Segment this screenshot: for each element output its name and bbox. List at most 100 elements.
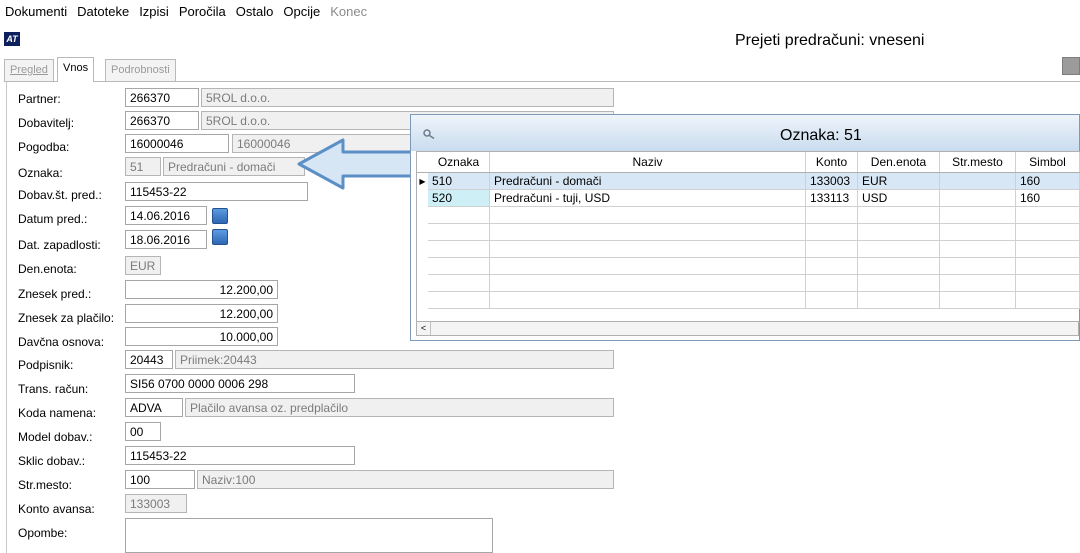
row-pointer-icon: ▶ — [419, 177, 426, 186]
str-mesto-name-field: Naziv:100 — [197, 470, 614, 489]
empty-cell — [490, 275, 806, 292]
empty-row — [417, 207, 1080, 224]
cell-oznaka[interactable]: 520 — [428, 190, 490, 207]
dobav-st-pred-input[interactable]: 115453-22 — [125, 182, 308, 201]
empty-cell — [940, 258, 1016, 275]
empty-row — [417, 241, 1080, 258]
partner-code-input[interactable]: 266370 — [125, 88, 199, 107]
str-mesto-code-input[interactable]: 100 — [125, 470, 195, 489]
tab-podrobnosti[interactable]: Podrobnosti — [105, 59, 176, 81]
dat-zapadlosti-input[interactable]: 18.06.2016 — [125, 230, 207, 249]
trans-racun-input[interactable]: SI56 0700 0000 0006 298 — [125, 374, 355, 393]
empty-cell — [428, 207, 490, 224]
label-konto-avansa: Konto avansa: — [18, 502, 95, 516]
cell-den-enota[interactable]: EUR — [858, 173, 940, 190]
col-str-mesto[interactable]: Str.mesto — [940, 152, 1016, 172]
menu-dokumenti[interactable]: Dokumenti — [0, 4, 72, 19]
label-dobavitelj: Dobavitelj: — [18, 116, 75, 130]
empty-row — [417, 292, 1080, 309]
empty-cell — [940, 275, 1016, 292]
empty-cell — [940, 207, 1016, 224]
tab-vnos[interactable]: Vnos — [57, 57, 95, 82]
cell-naziv[interactable]: Predračuni - domači — [490, 173, 806, 190]
cell-str-mesto[interactable] — [940, 173, 1016, 190]
label-dat-zapadlosti: Dat. zapadlosti: — [18, 238, 101, 252]
sklic-dobav-input[interactable]: 115453-22 — [125, 446, 355, 465]
empty-cell — [858, 241, 940, 258]
table-row[interactable]: 520 Predračuni - tuji, USD 133113 USD 16… — [417, 190, 1080, 207]
cell-simbol[interactable]: 160 — [1016, 190, 1080, 207]
tab-strip: Pregled Vnos Podrobnosti — [4, 57, 1080, 82]
empty-cell — [940, 292, 1016, 309]
empty-cell — [806, 241, 858, 258]
empty-cell — [806, 275, 858, 292]
col-den-enota[interactable]: Den.enota — [858, 152, 940, 172]
cell-konto[interactable]: 133113 — [806, 190, 858, 207]
dobavitelj-code-input[interactable]: 266370 — [125, 111, 199, 130]
label-den-enota: Den.enota: — [18, 262, 77, 276]
empty-cell — [940, 241, 1016, 258]
empty-cell — [858, 258, 940, 275]
horizontal-scrollbar[interactable]: < — [416, 321, 1079, 336]
den-enota-field[interactable]: EUR — [125, 256, 161, 275]
oznaka-name-field: Predračuni - domači — [163, 157, 305, 176]
empty-cell — [858, 275, 940, 292]
koda-namena-name-field: Plačilo avansa oz. predplačilo — [185, 398, 614, 417]
menu-bar: Dokumenti Datoteke Izpisi Poročila Ostal… — [0, 0, 1080, 22]
tab-pregled[interactable]: Pregled — [4, 59, 54, 81]
model-dobav-input[interactable]: 00 — [125, 422, 161, 441]
table-row[interactable]: ▶ 510 Predračuni - domači 133003 EUR 160 — [417, 173, 1080, 190]
lookup-grid: Oznaka Naziv Konto Den.enota Str.mesto S… — [416, 151, 1080, 323]
podpisnik-code-input[interactable]: 20443 — [125, 350, 173, 369]
menu-datoteke[interactable]: Datoteke — [72, 4, 134, 19]
oznaka-code-input[interactable]: 51 — [125, 157, 161, 176]
tab-pregled-label: Pregled — [10, 64, 48, 76]
cell-den-enota[interactable]: USD — [858, 190, 940, 207]
empty-cell — [490, 207, 806, 224]
label-str-mesto: Str.mesto: — [18, 478, 73, 492]
label-podpisnik: Podpisnik: — [18, 358, 74, 372]
col-konto[interactable]: Konto — [806, 152, 858, 172]
cell-simbol[interactable]: 160 — [1016, 173, 1080, 190]
cell-str-mesto[interactable] — [940, 190, 1016, 207]
cell-naziv[interactable]: Predračuni - tuji, USD — [490, 190, 806, 207]
label-pogodba: Pogodba: — [18, 140, 70, 154]
opombe-textarea[interactable] — [125, 518, 493, 553]
window-title: Prejeti predračuni: vneseni — [735, 32, 925, 49]
empty-cell — [1016, 275, 1080, 292]
cell-oznaka[interactable]: 510 — [428, 173, 490, 190]
empty-cell — [428, 258, 490, 275]
window-corner-icon[interactable] — [1062, 57, 1080, 75]
menu-opcije[interactable]: Opcije — [278, 4, 325, 19]
znesek-za-placilo-input[interactable]: 12.200,00 — [125, 304, 278, 323]
col-oznaka[interactable]: Oznaka — [428, 152, 490, 172]
menu-ostalo[interactable]: Ostalo — [231, 4, 279, 19]
col-simbol[interactable]: Simbol — [1016, 152, 1080, 172]
pogodba-input[interactable]: 16000046 — [125, 134, 229, 153]
empty-cell — [806, 258, 858, 275]
empty-cell — [428, 224, 490, 241]
koda-namena-code-input[interactable]: ADVA — [125, 398, 183, 417]
menu-porocila[interactable]: Poročila — [174, 4, 231, 19]
empty-cell — [1016, 241, 1080, 258]
callout-arrow-icon — [297, 138, 416, 190]
scroll-left-button[interactable]: < — [417, 322, 431, 335]
znesek-pred-input[interactable]: 12.200,00 — [125, 280, 278, 299]
label-trans-racun: Trans. račun: — [18, 382, 89, 396]
calendar-icon[interactable] — [212, 208, 228, 224]
empty-cell — [1016, 207, 1080, 224]
label-oznaka: Oznaka: — [18, 166, 63, 180]
tab-podrobnosti-label: Podrobnosti — [111, 64, 170, 76]
col-naziv[interactable]: Naziv — [490, 152, 806, 172]
datum-pred-input[interactable]: 14.06.2016 — [125, 206, 207, 225]
label-znesek-za-placilo: Znesek za plačilo: — [18, 311, 115, 325]
calendar-icon[interactable] — [212, 229, 228, 245]
empty-cell — [1016, 224, 1080, 241]
empty-cell — [806, 292, 858, 309]
empty-cell — [858, 292, 940, 309]
konto-avansa-field[interactable]: 133003 — [125, 494, 187, 513]
cell-konto[interactable]: 133003 — [806, 173, 858, 190]
davcna-osnova-input[interactable]: 10.000,00 — [125, 327, 278, 346]
partner-name-field: 5ROL d.o.o. — [201, 88, 614, 107]
menu-izpisi[interactable]: Izpisi — [134, 4, 174, 19]
